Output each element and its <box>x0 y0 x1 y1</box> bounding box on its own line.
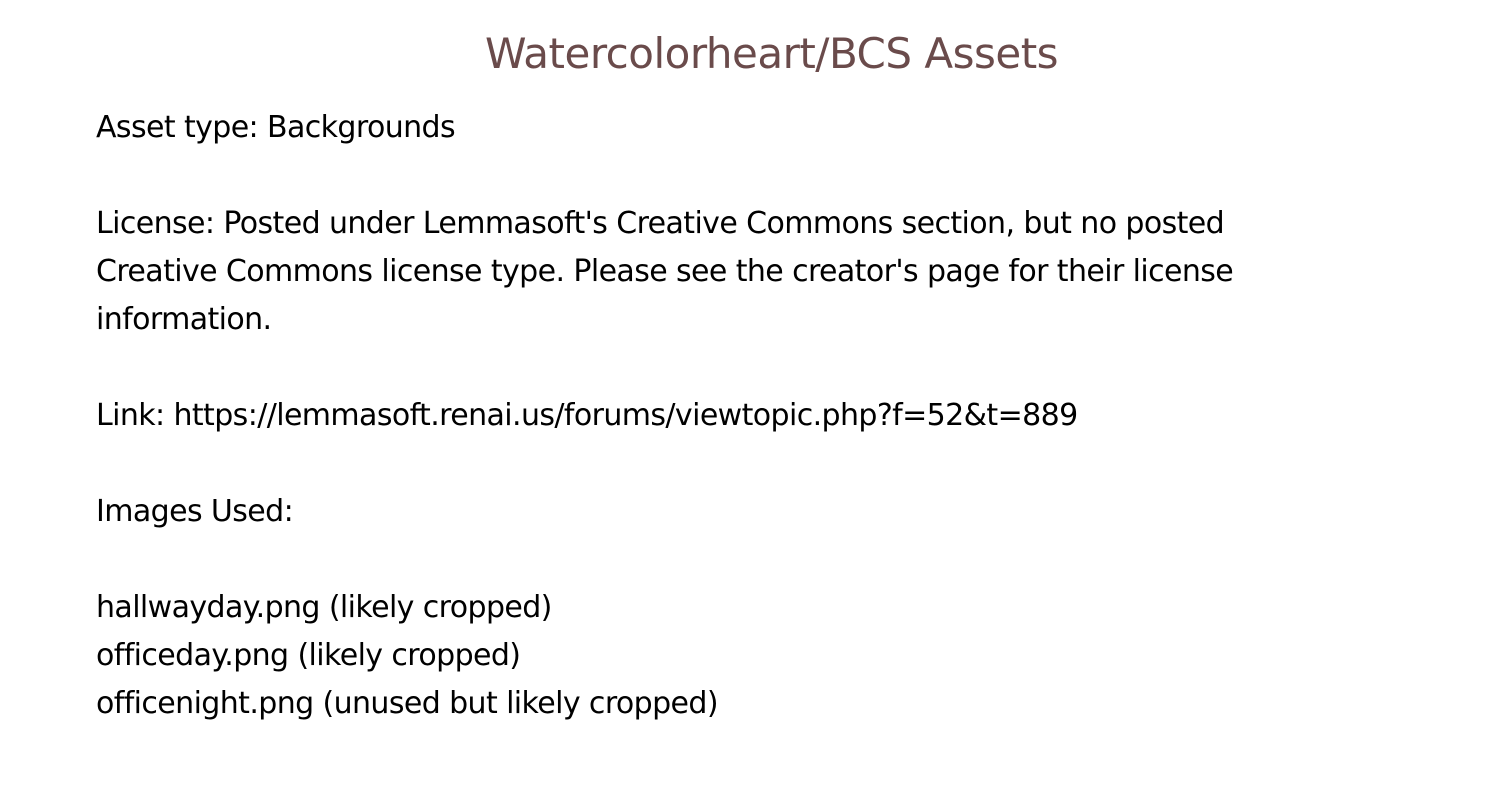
slide-body: Asset type: Backgrounds License: Posted … <box>96 104 1436 728</box>
images-used-heading: Images Used: <box>96 494 294 529</box>
license-line-3: information. <box>96 302 272 337</box>
image-list-item: hallwayday.png (likely cropped) <box>96 590 552 625</box>
image-list-item: officeday.png (likely cropped) <box>96 638 521 673</box>
slide-page: Watercolorheart/BCS Assets Asset type: B… <box>0 0 1500 800</box>
link-text: Link: https://lemmasoft.renai.us/forums/… <box>96 398 1078 433</box>
image-list-item: officenight.png (unused but likely cropp… <box>96 686 719 721</box>
asset-type-text: Asset type: Backgrounds <box>96 110 456 145</box>
license-line-1: License: Posted under Lemmasoft's Creati… <box>96 206 1225 241</box>
page-title: Watercolorheart/BCS Assets <box>484 29 1059 78</box>
license-line-2: Creative Commons license type. Please se… <box>96 254 1234 289</box>
